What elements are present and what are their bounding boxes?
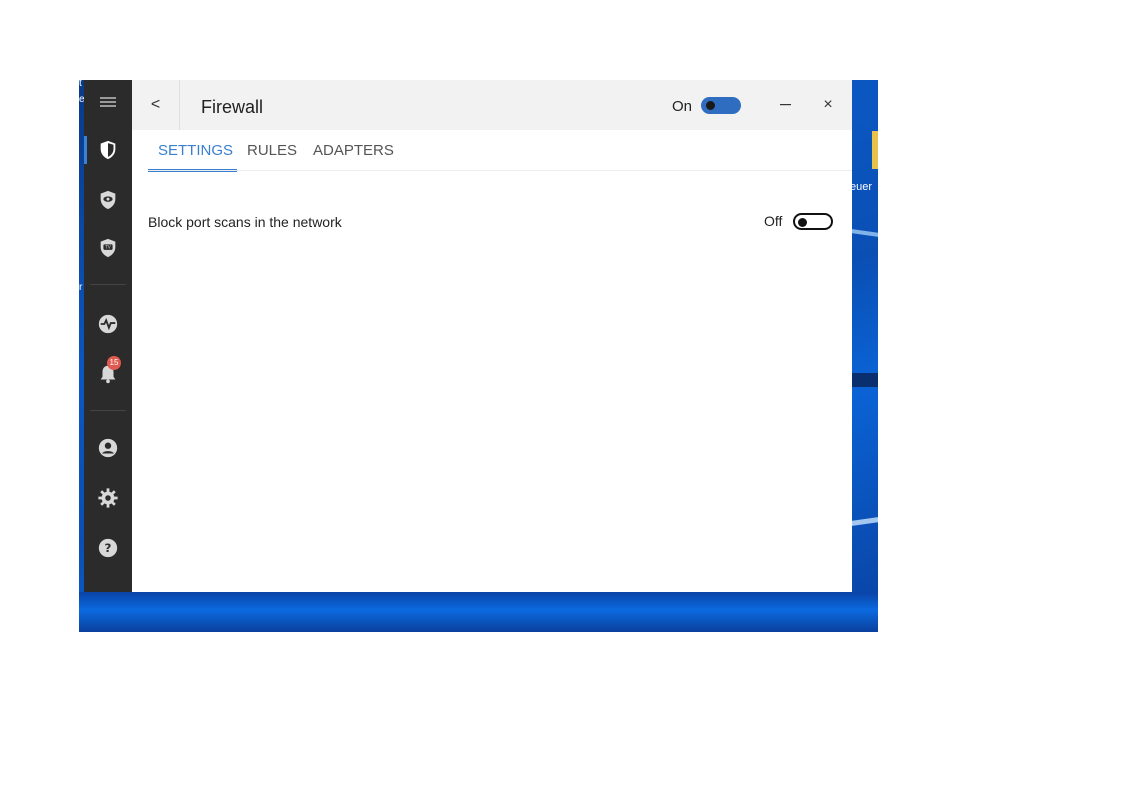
sidebar-item-notifications[interactable]: 15 [84,354,132,394]
sidebar-divider [90,284,126,285]
port-scan-setting-label: Block port scans in the network [148,214,342,230]
desktop-folder-icon[interactable] [872,131,878,169]
sidebar-item-tv-protection[interactable]: TV [84,228,132,268]
activity-icon [98,314,118,334]
close-icon: × [823,96,833,113]
shield-tv-icon: TV [100,238,116,258]
desktop-folder-label: euer [850,181,873,193]
sidebar-item-account[interactable] [84,428,132,468]
help-icon: ? [98,538,118,558]
sidebar: TV 15 ? [84,80,132,592]
sidebar-item-settings[interactable] [84,478,132,518]
sidebar-item-help[interactable]: ? [84,528,132,568]
svg-text:TV: TV [104,245,111,250]
back-button[interactable]: < [132,80,180,130]
toggle-knob [798,217,807,227]
page-title: Firewall [201,97,264,117]
chevron-left-icon: < [150,96,161,113]
tab-divider [148,170,852,171]
sidebar-divider [90,410,126,411]
tab-rules[interactable]: RULES [247,142,297,159]
tab-adapters[interactable]: ADAPTERS [313,142,394,159]
desktop-edge-text: t [79,80,82,89]
desktop-light-band [79,592,878,632]
firewall-window: < Firewall On × SETTINGS RULES ADAPTERS … [132,80,852,592]
sidebar-item-privacy[interactable] [84,180,132,220]
close-button[interactable]: × [814,92,842,118]
menu-icon [100,97,116,107]
notification-count-badge: 15 [107,356,121,370]
sidebar-menu-button[interactable] [84,82,132,122]
shield-check-icon [100,140,116,160]
shield-eye-icon [100,190,116,210]
minimize-button[interactable] [770,92,800,118]
title-bar: < Firewall On × [132,80,852,130]
port-scan-state-label: Off [764,213,783,229]
toggle-knob [706,101,715,110]
user-icon [98,438,118,458]
sidebar-item-activity[interactable] [84,304,132,344]
tab-settings[interactable]: SETTINGS [158,142,233,159]
port-scan-toggle[interactable] [793,213,833,230]
sidebar-item-firewall[interactable] [84,130,132,170]
firewall-toggle[interactable] [701,97,741,114]
desktop-edge-text: r [79,282,83,293]
gear-icon [98,488,118,508]
protection-state-label: On [672,98,693,115]
minimize-icon [779,104,791,106]
desktop-taskbar-fragment [852,373,878,387]
svg-text:?: ? [105,541,112,555]
